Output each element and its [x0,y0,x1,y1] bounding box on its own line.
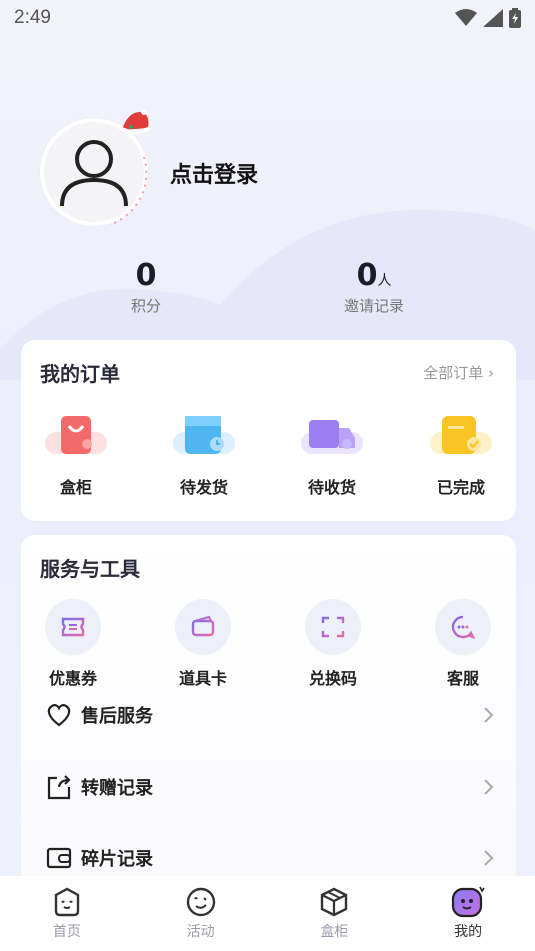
tab-mine[interactable]: 我的 [401,876,535,951]
invite-label: 邀请记录 [343,297,404,315]
order-label: 盒柜 [59,478,92,497]
tools-title: 服务与工具 [40,557,140,581]
order-label: 已完成 [436,478,485,497]
chevron-right-icon [484,779,494,795]
tool-icon-circle [305,599,361,655]
orders-title: 我的订单 [40,362,120,386]
tool-icon-circle [435,599,491,655]
points-label: 积分 [130,297,161,315]
tool-label: 优惠券 [48,669,97,688]
menu-fragment-records[interactable]: 碎片记录 [45,838,495,878]
santa-hat-icon [119,109,151,134]
tab-box-cabinet[interactable]: 盒柜 [268,876,402,951]
customer-service-icon [451,615,476,640]
chevron-right-icon [484,850,494,866]
scan-code-icon [321,616,345,638]
tab-home[interactable]: 首页 [0,876,134,951]
tool-redeem-code[interactable]: 兑换码 [283,599,383,689]
tool-label: 兑换码 [308,669,357,688]
tool-customer-service[interactable]: 客服 [413,599,513,689]
menu-label: 碎片记录 [81,849,153,870]
cube-icon [321,887,348,917]
tools-card: 服务与工具 优惠券 道具卡 兑换码 客服 售后服务 转赠记录 碎片记录 [21,535,516,915]
card-icon [191,615,215,637]
wifi-icon [455,9,477,26]
tool-coupon[interactable]: 优惠券 [23,599,123,689]
status-icons [455,8,521,28]
all-orders-link[interactable]: 全部订单 › [423,362,494,383]
coupon-icon [61,617,85,637]
heart-icon [47,704,71,727]
order-label: 待发货 [179,478,228,497]
chevron-right-icon [484,707,494,723]
tool-label: 道具卡 [178,669,227,688]
order-pending-ship[interactable]: 待发货 [154,412,254,498]
mine-face-icon [452,886,485,918]
order-label: 待收货 [307,478,356,497]
bottom-tab-bar: 首页 活动 盒柜 我的 [0,876,535,951]
tab-label: 我的 [454,924,483,940]
avatar-wrap[interactable] [40,109,151,228]
tab-label: 盒柜 [320,924,349,940]
menu-after-sales[interactable]: 售后服务 [45,695,495,735]
invite-value: 0人 [356,258,392,293]
pending-ship-icon [173,416,235,454]
login-link[interactable]: 点击登录 [170,157,258,189]
menu-label: 转赠记录 [81,778,153,799]
order-box-cabinet[interactable]: 盒柜 [26,412,126,498]
tool-icon-circle [45,599,101,655]
menu-label: 售后服务 [81,706,153,727]
points-value: 0 [135,258,157,293]
activity-face-icon [186,887,215,917]
home-face-icon [54,887,80,917]
order-pending-receive[interactable]: 待收货 [282,412,382,498]
share-icon [47,775,71,800]
invite-unit: 人 [377,273,392,289]
tool-icon-circle [175,599,231,655]
battery-icon [509,8,521,28]
menu-transfer-records[interactable]: 转赠记录 [45,767,495,807]
tab-label: 首页 [52,924,81,940]
wallet-icon [46,847,72,869]
tab-label: 活动 [186,924,215,940]
tab-activity[interactable]: 活动 [134,876,268,951]
tool-prop-card[interactable]: 道具卡 [153,599,253,689]
signal-icon [483,9,503,27]
truck-icon [301,420,363,454]
profile-header[interactable]: 点击登录 [40,109,258,228]
status-time: 2:49 [14,7,51,28]
order-completed[interactable]: 已完成 [411,412,511,498]
points-stat[interactable]: 0 积分 [76,258,216,316]
status-bar: 2:49 [0,0,535,36]
invite-stat[interactable]: 0人 邀请记录 [304,258,444,316]
orders-card: 我的订单 全部订单 › 盒柜 待发货 待收货 已完成 [21,340,516,521]
tool-label: 客服 [446,669,479,688]
completed-icon [430,416,492,454]
box-cabinet-icon [45,416,107,454]
